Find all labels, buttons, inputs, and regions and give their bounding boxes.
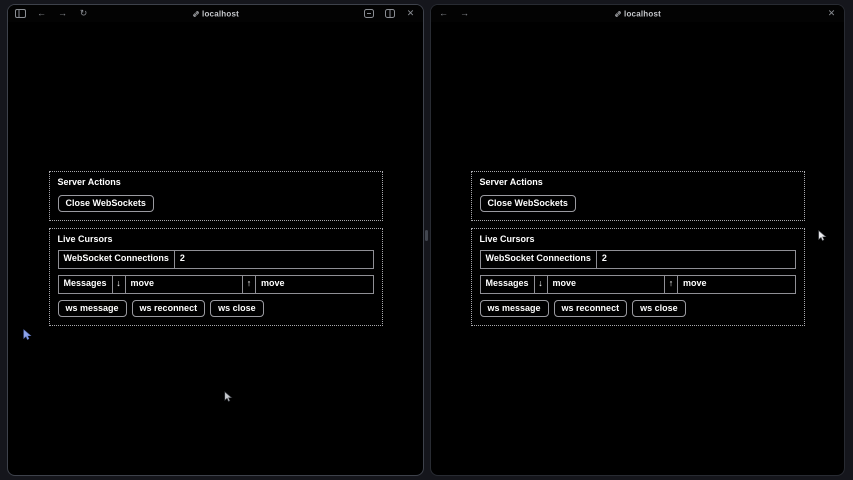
page-title: localhost <box>624 9 661 18</box>
last-received-message: move <box>548 276 665 293</box>
messages-row: Messages ↓ move ↑ move <box>480 275 796 294</box>
window-resize-handle[interactable] <box>425 230 428 241</box>
last-sent-message: move <box>256 276 372 293</box>
page-content: Server Actions Close WebSockets Live Cur… <box>431 22 844 475</box>
back-icon[interactable]: ← <box>438 8 449 19</box>
demo-panel: Server Actions Close WebSockets Live Cur… <box>49 171 383 327</box>
close-websockets-button[interactable]: Close WebSockets <box>480 195 576 213</box>
arrow-up-icon: ↑ <box>243 276 256 293</box>
titlebar: ← → localhost ✕ <box>431 5 844 22</box>
messages-label: Messages <box>59 276 113 293</box>
arrow-down-icon: ↓ <box>113 276 126 293</box>
reload-icon[interactable]: ↻ <box>78 8 89 19</box>
address-title: localhost <box>192 9 239 18</box>
page-title: localhost <box>202 9 239 18</box>
back-icon[interactable]: ← <box>36 8 47 19</box>
titlebar-left-controls: ← → ↻ <box>15 8 89 19</box>
address-title: localhost <box>614 9 661 18</box>
link-icon <box>614 10 621 17</box>
browser-window-left: ← → ↻ localhost ✕ Server Actions Close W… <box>7 4 424 476</box>
demo-panel: Server Actions Close WebSockets Live Cur… <box>471 171 805 327</box>
connections-value: 2 <box>597 251 795 268</box>
sidebar-toggle-icon[interactable] <box>15 8 26 19</box>
page-content: Server Actions Close WebSockets Live Cur… <box>8 22 423 475</box>
titlebar-left-controls: ← → <box>438 8 470 19</box>
last-sent-message: move <box>678 276 794 293</box>
forward-icon[interactable]: → <box>57 8 68 19</box>
ws-message-button[interactable]: ws message <box>480 300 549 318</box>
titlebar-right-controls: ✕ <box>826 8 837 19</box>
close-icon[interactable]: ✕ <box>826 8 837 19</box>
server-actions-section: Server Actions Close WebSockets <box>49 171 383 222</box>
desktop: { "icons": { "back": "←", "forward": "→"… <box>0 0 853 480</box>
link-icon <box>192 10 199 17</box>
connections-label: WebSocket Connections <box>59 251 175 268</box>
connections-row: WebSocket Connections 2 <box>480 250 796 269</box>
ws-reconnect-button[interactable]: ws reconnect <box>132 300 206 318</box>
forward-icon[interactable]: → <box>459 8 470 19</box>
reader-mode-icon[interactable] <box>363 8 374 19</box>
arrow-down-icon: ↓ <box>535 276 548 293</box>
split-view-icon[interactable] <box>384 8 395 19</box>
ws-close-button[interactable]: ws close <box>210 300 264 318</box>
connections-label: WebSocket Connections <box>481 251 597 268</box>
messages-row: Messages ↓ move ↑ move <box>58 275 374 294</box>
live-cursors-title: Live Cursors <box>58 234 374 244</box>
titlebar: ← → ↻ localhost ✕ <box>8 5 423 22</box>
messages-label: Messages <box>481 276 535 293</box>
ws-reconnect-button[interactable]: ws reconnect <box>554 300 628 318</box>
server-actions-title: Server Actions <box>480 177 796 187</box>
close-websockets-button[interactable]: Close WebSockets <box>58 195 154 213</box>
ws-buttons-row: ws message ws reconnect ws close <box>58 300 374 318</box>
connections-value: 2 <box>175 251 373 268</box>
live-cursors-section: Live Cursors WebSocket Connections 2 Mes… <box>49 228 383 326</box>
server-actions-section: Server Actions Close WebSockets <box>471 171 805 222</box>
last-received-message: move <box>126 276 243 293</box>
ws-buttons-row: ws message ws reconnect ws close <box>480 300 796 318</box>
live-cursors-section: Live Cursors WebSocket Connections 2 Mes… <box>471 228 805 326</box>
arrow-up-icon: ↑ <box>665 276 678 293</box>
browser-window-right: ← → localhost ✕ Server Actions Close Web… <box>430 4 845 476</box>
ws-message-button[interactable]: ws message <box>58 300 127 318</box>
live-cursors-title: Live Cursors <box>480 234 796 244</box>
connections-row: WebSocket Connections 2 <box>58 250 374 269</box>
titlebar-right-controls: ✕ <box>363 8 416 19</box>
server-actions-title: Server Actions <box>58 177 374 187</box>
close-icon[interactable]: ✕ <box>405 8 416 19</box>
ws-close-button[interactable]: ws close <box>632 300 686 318</box>
